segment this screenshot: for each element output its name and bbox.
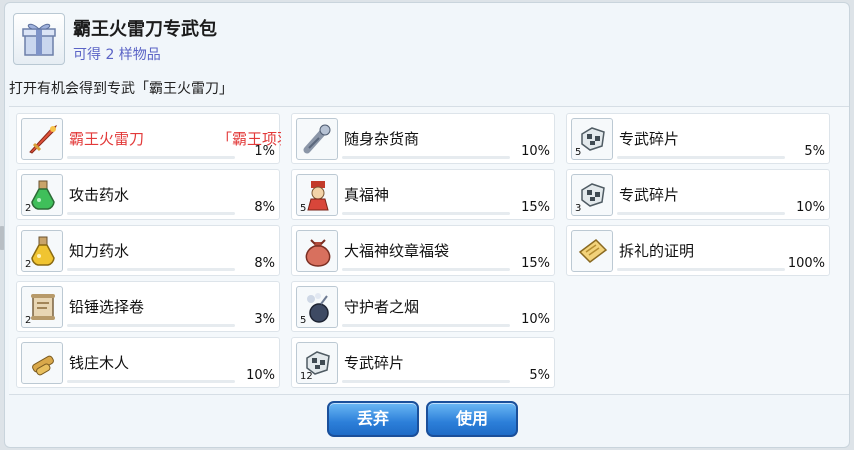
weapon-shard-icon: 12: [296, 342, 338, 384]
item-name: 知力药水: [69, 242, 130, 260]
item-slot[interactable]: 12 专武碎片 5%: [291, 337, 555, 388]
item-slot[interactable]: 5 专武碎片 5%: [566, 113, 830, 164]
sword-icon: [21, 118, 63, 160]
item-track: [342, 156, 510, 159]
item-track: [342, 268, 510, 271]
yellow-potion-icon: 2: [21, 230, 63, 272]
item-probability: 10%: [521, 312, 550, 327]
item-name: 拆礼的证明: [619, 242, 695, 260]
lucky-bag-icon: [296, 230, 338, 272]
gift-box-icon: [13, 13, 65, 65]
item-name: 铅锤选择卷: [69, 298, 145, 316]
item-slot[interactable]: 随身杂货商 10%: [291, 113, 555, 164]
item-track: [617, 156, 785, 159]
item-slot[interactable]: 3 专武碎片 10%: [566, 169, 830, 220]
item-grid: 霸王火雷刀 「霸王项羽 1% 随身杂货商 10%: [9, 106, 849, 395]
item-slot[interactable]: 5 守护者之烟 10%: [291, 281, 555, 332]
item-slot[interactable]: 5 真福神 15%: [291, 169, 555, 220]
item-name: 攻击药水: [69, 186, 130, 204]
use-button[interactable]: 使用: [426, 401, 518, 437]
weapon-shard-icon: 5: [571, 118, 613, 160]
certificate-icon: [571, 230, 613, 272]
dialog-header: 霸王火雷刀专武包 可得 2 样物品: [5, 3, 849, 71]
item-track: [67, 212, 235, 215]
item-track: [342, 324, 510, 327]
scroll-icon: 2: [21, 286, 63, 328]
green-potion-icon: 2: [21, 174, 63, 216]
item-name: 真福神: [344, 186, 390, 204]
item-track: [67, 268, 235, 271]
item-probability: 8%: [254, 256, 275, 271]
item-probability: 10%: [521, 144, 550, 159]
item-track: [617, 268, 785, 271]
item-name: 大福神纹章福袋: [344, 242, 450, 260]
item-quantity: 5: [300, 315, 307, 326]
item-name: 钱庄木人: [69, 354, 130, 372]
discard-button[interactable]: 丢弃: [327, 401, 419, 437]
package-title: 霸王火雷刀专武包: [73, 19, 217, 40]
item-name: 专武碎片: [619, 130, 680, 148]
item-probability: 15%: [521, 256, 550, 271]
smoke-icon: 5: [296, 286, 338, 328]
item-quantity: 5: [575, 147, 582, 158]
item-name: 守护者之烟: [344, 298, 420, 316]
item-slot[interactable]: 2 攻击药水 8%: [16, 169, 280, 220]
item-slot[interactable]: 2 知力药水 8%: [16, 225, 280, 276]
item-package-dialog: 霸王火雷刀专武包 可得 2 样物品 打开有机会得到专武「霸王火雷刀」 霸王火雷刀…: [4, 2, 850, 448]
item-slot[interactable]: 霸王火雷刀 「霸王项羽 1%: [16, 113, 281, 164]
item-probability: 5%: [804, 144, 825, 159]
item-track: [67, 156, 235, 159]
item-quantity: 3: [575, 203, 582, 214]
package-description: 打开有机会得到专武「霸王火雷刀」: [9, 81, 233, 97]
item-probability: 10%: [246, 368, 275, 383]
item-track: [67, 324, 235, 327]
item-slot[interactable]: 拆礼的证明 100%: [566, 225, 830, 276]
item-track: [67, 380, 235, 383]
item-probability: 1%: [254, 144, 275, 159]
item-quantity: 5: [300, 203, 307, 214]
merchant-npc-icon: [296, 118, 338, 160]
item-probability: 100%: [787, 256, 825, 271]
item-name: 霸王火雷刀: [69, 130, 145, 148]
item-track: [342, 212, 510, 215]
fortune-god-icon: 5: [296, 174, 338, 216]
item-probability: 15%: [521, 200, 550, 215]
item-probability: 8%: [254, 200, 275, 215]
package-subtitle: 可得 2 样物品: [73, 47, 161, 63]
item-track: [617, 212, 785, 215]
item-probability: 10%: [796, 200, 825, 215]
item-slot[interactable]: 钱庄木人 10%: [16, 337, 280, 388]
item-track: [342, 380, 510, 383]
item-quantity: 2: [25, 259, 32, 270]
weapon-shard-icon: 3: [571, 174, 613, 216]
item-quantity: 2: [25, 203, 32, 214]
item-probability: 5%: [529, 368, 550, 383]
item-slot[interactable]: 2 铅锤选择卷 3%: [16, 281, 280, 332]
item-quantity: 12: [300, 371, 313, 382]
item-slot[interactable]: 大福神纹章福袋 15%: [291, 225, 555, 276]
item-quantity: 2: [25, 315, 32, 326]
item-name: 随身杂货商: [344, 130, 420, 148]
item-name: 专武碎片: [344, 354, 405, 372]
wooden-dummy-icon: [21, 342, 63, 384]
item-name: 专武碎片: [619, 186, 680, 204]
item-probability: 3%: [254, 312, 275, 327]
